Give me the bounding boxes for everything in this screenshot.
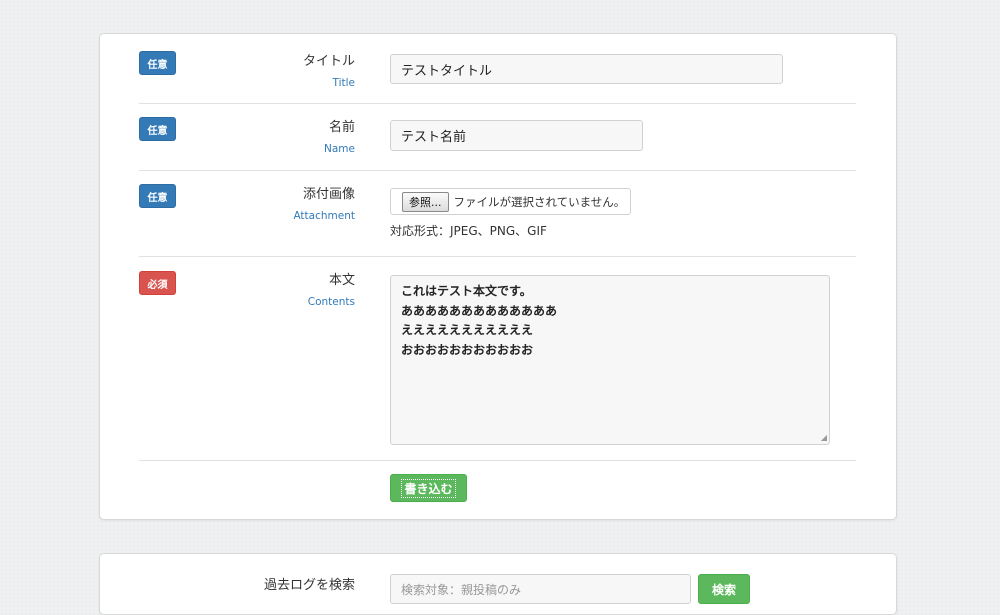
optional-badge: 任意 (139, 184, 176, 208)
title-label: タイトル Title (303, 54, 355, 90)
optional-badge: 任意 (139, 117, 176, 141)
name-input[interactable]: テスト名前 (390, 120, 643, 151)
search-label: 過去ログを検索 (263, 578, 355, 593)
contents-textarea[interactable]: これはテスト本文です。 あああああああああああああ えええええええええええ おお… (390, 275, 830, 445)
post-form-panel: 任意 タイトル Title テストタイトル 任意 名前 Name テスト名前 任… (99, 33, 897, 520)
file-input[interactable]: 参照... ファイルが選択されていません。 (390, 188, 631, 215)
contents-label-en: Contents (307, 296, 355, 308)
optional-badge: 任意 (139, 51, 176, 75)
search-button[interactable]: 検索 (698, 574, 750, 604)
contents-line: あああああああああああああ (401, 303, 558, 318)
search-panel: 過去ログを検索 検索対象：親投稿のみ 検索 (99, 553, 897, 615)
submit-button-label: 書き込む (401, 478, 456, 498)
contents-line: えええええええええええ (401, 323, 534, 337)
resize-grip-icon[interactable]: ◢ (821, 434, 827, 442)
name-label-en: Name (324, 143, 355, 155)
contents-label: 本文 Contents (308, 273, 355, 309)
browse-button[interactable]: 参照... (402, 191, 449, 212)
search-input[interactable]: 検索対象：親投稿のみ (390, 574, 691, 604)
name-label-jp: 名前 (328, 120, 355, 135)
divider (139, 256, 856, 257)
supported-formats-text: 対応形式：JPEG、PNG、GIF (390, 224, 547, 238)
contents-line: おおおおおおおおおおお (401, 342, 534, 357)
attachment-label: 添付画像 Attachment (293, 187, 355, 223)
title-label-jp: タイトル (302, 54, 355, 69)
divider (139, 460, 856, 461)
title-input[interactable]: テストタイトル (390, 54, 783, 84)
contents-label-jp: 本文 (328, 273, 355, 288)
required-badge: 必須 (139, 271, 176, 295)
attachment-label-jp: 添付画像 (302, 187, 355, 202)
contents-line: これはテスト本文です。 (401, 284, 532, 298)
divider (139, 103, 856, 104)
attachment-label-en: Attachment (293, 210, 355, 222)
submit-button[interactable]: 書き込む (390, 474, 467, 502)
name-label: 名前 Name (324, 120, 355, 156)
file-status-text: ファイルが選択されていません。 (453, 194, 626, 209)
title-label-en: Title (332, 77, 355, 89)
divider (139, 170, 856, 171)
